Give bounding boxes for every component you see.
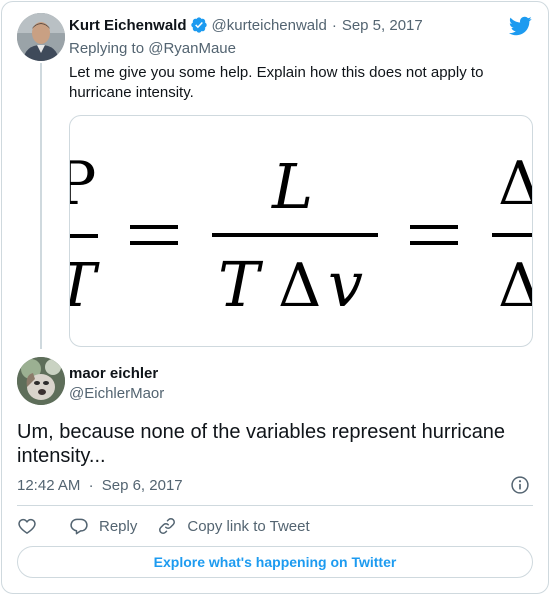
main-author-name[interactable]: maor eichler — [69, 365, 158, 382]
equals-sign-2-bottom — [410, 241, 458, 245]
replying-to: Replying to @RyanMaue — [69, 40, 236, 57]
author-name[interactable]: Kurt Eichenwald — [69, 17, 187, 34]
author-handle[interactable]: @kurteichenwald — [212, 17, 327, 34]
tweet-time: 12:42 AM — [17, 477, 81, 494]
avatar-image — [17, 13, 65, 61]
heart-icon — [18, 518, 36, 534]
info-icon[interactable] — [510, 475, 530, 495]
main-author-handle[interactable]: @EichlerMaor — [69, 385, 164, 402]
cropped-right-denominator: Δ — [498, 251, 533, 321]
twitter-bird-icon[interactable] — [508, 14, 532, 38]
cropped-left-numerator: P — [70, 149, 96, 219]
equation-denominator-t: T — [218, 248, 264, 321]
quoted-tweet-text: Let me give you some help. Explain how t… — [69, 64, 484, 101]
tweet-date: Sep 6, 2017 — [101, 477, 183, 494]
replying-to-handle[interactable]: @RyanMaue — [148, 40, 236, 57]
dot-separator: · — [88, 477, 94, 494]
cropped-left-denominator: T — [70, 251, 100, 321]
equation-image: P T L T Δ v Δ Δ — [70, 149, 533, 321]
right-fraction-bar — [492, 233, 532, 237]
quoted-tweet-header: Kurt Eichenwald @kurteichenwald · Sep 5,… — [69, 16, 423, 34]
cropped-right-numerator: Δ — [498, 149, 533, 219]
avatar-image — [17, 357, 65, 405]
like-button[interactable] — [17, 516, 37, 536]
explore-twitter-button[interactable]: Explore what's happening on Twitter — [17, 546, 533, 578]
equation-numerator: L — [271, 150, 313, 223]
link-icon — [159, 518, 176, 534]
equation-denominator-delta: Δ — [278, 251, 321, 321]
replying-prefix: Replying to — [69, 40, 145, 57]
left-fraction-bar — [70, 234, 98, 238]
copy-link-label: Copy link to Tweet — [187, 517, 310, 535]
copy-link-button[interactable]: Copy link to Tweet — [157, 516, 310, 536]
tweet-date[interactable]: Sep 5, 2017 — [342, 17, 423, 34]
main-tweet-timestamp[interactable]: 12:42 AM · Sep 6, 2017 — [17, 477, 183, 494]
thread-connector-line — [40, 63, 42, 349]
tweet-media-image[interactable]: P T L T Δ v Δ Δ — [69, 115, 533, 347]
equals-sign-top — [130, 225, 178, 229]
reply-label: Reply — [99, 517, 138, 535]
avatar-maor-eichler[interactable] — [17, 357, 65, 405]
main-tweet-text: Um, because none of the variables repres… — [17, 421, 506, 467]
reply-button[interactable]: Reply — [69, 516, 137, 536]
middle-fraction-bar — [212, 233, 378, 237]
divider — [17, 505, 533, 506]
tweet-actions: Reply Copy link to Tweet — [17, 514, 310, 538]
reply-icon — [70, 518, 88, 535]
equation-denominator-v: v — [328, 248, 363, 321]
dot-separator: · — [331, 16, 337, 34]
equals-sign-2-top — [410, 225, 458, 229]
avatar-kurt-eichenwald[interactable] — [17, 13, 65, 61]
equals-sign-bottom — [130, 241, 178, 245]
verified-badge-icon — [190, 17, 207, 33]
